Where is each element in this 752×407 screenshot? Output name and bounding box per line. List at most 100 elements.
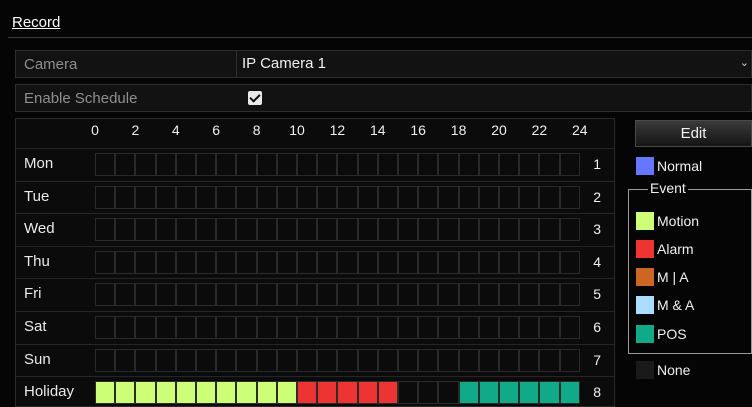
schedule-cell[interactable] — [276, 250, 297, 274]
schedule-cell[interactable] — [317, 153, 338, 176]
schedule-cell[interactable] — [155, 153, 176, 176]
schedule-cell[interactable] — [216, 381, 237, 405]
schedule-cell[interactable] — [377, 316, 398, 339]
schedule-cell[interactable] — [155, 218, 176, 242]
schedule-cell[interactable] — [256, 348, 277, 372]
schedule-cell[interactable] — [256, 250, 277, 274]
schedule-cell[interactable] — [519, 218, 540, 242]
schedule-cell[interactable] — [499, 381, 520, 405]
schedule-cell[interactable] — [377, 348, 398, 372]
schedule-cell[interactable] — [115, 218, 136, 242]
schedule-cell[interactable] — [337, 185, 358, 209]
schedule-cell[interactable] — [499, 185, 520, 209]
schedule-cell[interactable] — [499, 250, 520, 274]
schedule-cell[interactable] — [418, 153, 439, 176]
schedule-cell[interactable] — [539, 348, 560, 372]
schedule-cell[interactable] — [317, 283, 338, 307]
schedule-cell[interactable] — [115, 250, 136, 274]
schedule-cell[interactable] — [357, 381, 378, 405]
schedule-cell[interactable] — [418, 348, 439, 372]
schedule-cell[interactable] — [438, 283, 459, 307]
schedule-cell[interactable] — [95, 381, 116, 405]
schedule-cell[interactable] — [135, 153, 156, 176]
schedule-cell[interactable] — [175, 250, 196, 274]
legend-swatch-ma_and[interactable] — [636, 296, 654, 314]
schedule-cell[interactable] — [236, 348, 257, 372]
schedule-cell[interactable] — [236, 185, 257, 209]
schedule-cell[interactable] — [539, 250, 560, 274]
schedule-cell[interactable] — [317, 316, 338, 339]
schedule-cell[interactable] — [115, 153, 136, 176]
schedule-cell[interactable] — [478, 250, 499, 274]
schedule-cell[interactable] — [276, 218, 297, 242]
enable-schedule-checkbox[interactable] — [248, 91, 262, 105]
schedule-cell[interactable] — [115, 185, 136, 209]
schedule-cell[interactable] — [115, 381, 136, 405]
schedule-cell[interactable] — [135, 218, 156, 242]
schedule-cell[interactable] — [438, 316, 459, 339]
schedule-cell[interactable] — [256, 218, 277, 242]
schedule-cell[interactable] — [519, 283, 540, 307]
schedule-cell[interactable] — [317, 185, 338, 209]
schedule-cell[interactable] — [297, 348, 318, 372]
schedule-cell[interactable] — [458, 250, 479, 274]
schedule-cell[interactable] — [398, 283, 419, 307]
schedule-cell[interactable] — [297, 316, 318, 339]
schedule-cell[interactable] — [135, 316, 156, 339]
schedule-cell[interactable] — [216, 153, 237, 176]
schedule-cell[interactable] — [519, 250, 540, 274]
schedule-cell[interactable] — [559, 185, 580, 209]
schedule-cell[interactable] — [216, 283, 237, 307]
schedule-cell[interactable] — [438, 250, 459, 274]
schedule-cell[interactable] — [276, 381, 297, 405]
schedule-cell[interactable] — [135, 250, 156, 274]
schedule-cell[interactable] — [175, 316, 196, 339]
schedule-cell[interactable] — [499, 348, 520, 372]
schedule-cell[interactable] — [458, 218, 479, 242]
schedule-cell[interactable] — [297, 153, 318, 176]
schedule-cell[interactable] — [155, 348, 176, 372]
schedule-cell[interactable] — [438, 348, 459, 372]
schedule-cell[interactable] — [418, 250, 439, 274]
schedule-cell[interactable] — [297, 250, 318, 274]
schedule-cell[interactable] — [438, 153, 459, 176]
schedule-cell[interactable] — [458, 381, 479, 405]
schedule-cell[interactable] — [539, 153, 560, 176]
schedule-cell[interactable] — [175, 218, 196, 242]
schedule-cell[interactable] — [377, 283, 398, 307]
schedule-cell[interactable] — [478, 381, 499, 405]
schedule-cell[interactable] — [95, 348, 116, 372]
schedule-cell[interactable] — [135, 185, 156, 209]
schedule-cell[interactable] — [276, 185, 297, 209]
schedule-cell[interactable] — [458, 185, 479, 209]
schedule-cell[interactable] — [337, 316, 358, 339]
schedule-cell[interactable] — [256, 316, 277, 339]
schedule-cell[interactable] — [559, 218, 580, 242]
schedule-cell[interactable] — [418, 381, 439, 405]
schedule-cell[interactable] — [216, 250, 237, 274]
schedule-cell[interactable] — [398, 381, 419, 405]
schedule-cell[interactable] — [478, 283, 499, 307]
schedule-cell[interactable] — [175, 185, 196, 209]
schedule-cell[interactable] — [398, 348, 419, 372]
schedule-cell[interactable] — [155, 185, 176, 209]
schedule-cell[interactable] — [559, 348, 580, 372]
schedule-cell[interactable] — [398, 250, 419, 274]
schedule-cell[interactable] — [175, 348, 196, 372]
schedule-cell[interactable] — [418, 316, 439, 339]
schedule-cell[interactable] — [216, 218, 237, 242]
schedule-cell[interactable] — [236, 381, 257, 405]
schedule-cell[interactable] — [438, 218, 459, 242]
schedule-cell[interactable] — [478, 316, 499, 339]
schedule-cell[interactable] — [196, 250, 217, 274]
legend-swatch-normal[interactable] — [636, 157, 654, 175]
schedule-cell[interactable] — [196, 185, 217, 209]
schedule-cell[interactable] — [357, 153, 378, 176]
schedule-cell[interactable] — [418, 185, 439, 209]
schedule-cell[interactable] — [559, 153, 580, 176]
schedule-cell[interactable] — [539, 185, 560, 209]
schedule-cell[interactable] — [155, 381, 176, 405]
schedule-cell[interactable] — [559, 381, 580, 405]
schedule-cell[interactable] — [478, 185, 499, 209]
schedule-cell[interactable] — [357, 283, 378, 307]
